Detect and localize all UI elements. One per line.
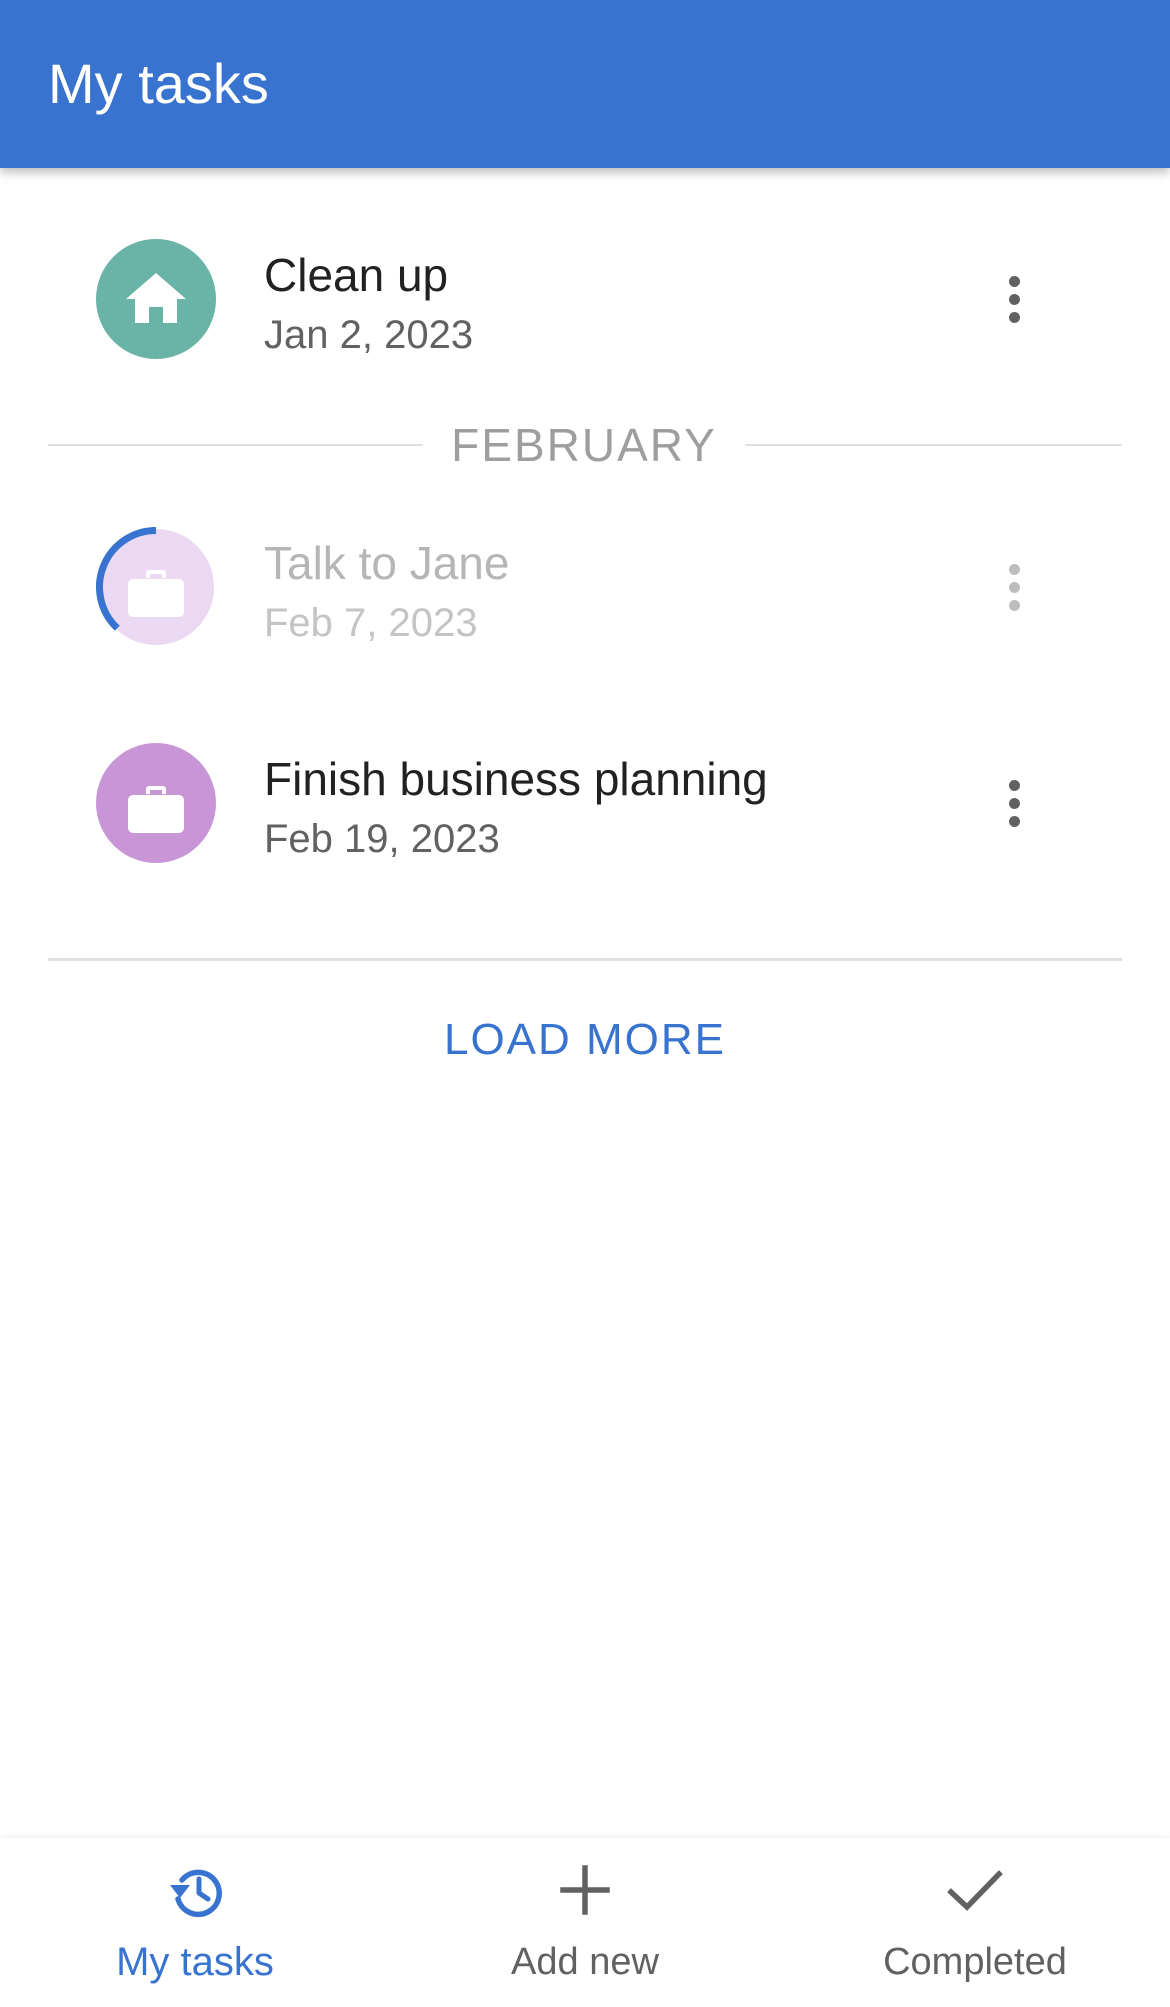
task-date: Feb 19, 2023: [264, 817, 500, 861]
briefcase-icon: [128, 786, 184, 833]
more-vert-icon[interactable]: [984, 547, 1044, 627]
page-title: My tasks: [48, 52, 269, 115]
task-avatar: [96, 743, 216, 863]
task-title: Talk to Jane: [264, 537, 510, 589]
briefcase-icon: [128, 570, 184, 617]
task-avatar-progress: [96, 527, 216, 647]
bottom-navigation: My tasks Add new Completed: [0, 1838, 1170, 2007]
task-date: Jan 2, 2023: [264, 313, 474, 357]
more-vert-icon[interactable]: [984, 763, 1044, 843]
history-icon: [170, 1869, 222, 1918]
month-label: FEBRUARY: [451, 419, 717, 471]
task-item-clean-up[interactable]: Clean up Jan 2, 2023: [0, 224, 1170, 374]
more-vert-icon[interactable]: [984, 259, 1044, 339]
month-divider: FEBRUARY: [48, 420, 1122, 470]
list-divider: [48, 958, 1122, 961]
load-more-button[interactable]: LOAD MORE: [385, 1010, 785, 1070]
task-date: Feb 7, 2023: [264, 601, 478, 645]
task-avatar: [96, 239, 216, 359]
check-icon: [947, 1870, 1003, 1911]
home-icon: [126, 273, 186, 323]
app-bar: My tasks: [0, 0, 1170, 168]
task-item-finish-business-planning[interactable]: Finish business planning Feb 19, 2023: [0, 728, 1170, 878]
app-screen: My tasks Clean up Jan 2, 2023 FEBRUARY T…: [0, 0, 1170, 2007]
task-title: Clean up: [264, 249, 449, 301]
nav-label: Completed: [883, 1941, 1067, 1983]
nav-item-completed[interactable]: Completed: [780, 1838, 1170, 2007]
task-title: Finish business planning: [264, 753, 768, 805]
nav-label: Add new: [511, 1941, 659, 1983]
nav-item-add-new[interactable]: Add new: [390, 1838, 780, 2007]
nav-item-my-tasks[interactable]: My tasks: [0, 1838, 390, 2007]
nav-label: My tasks: [116, 1940, 274, 1984]
divider-line: [745, 444, 1122, 446]
plus-icon: [560, 1865, 610, 1915]
divider-line: [48, 444, 423, 446]
task-item-talk-to-jane[interactable]: Talk to Jane Feb 7, 2023: [0, 512, 1170, 662]
